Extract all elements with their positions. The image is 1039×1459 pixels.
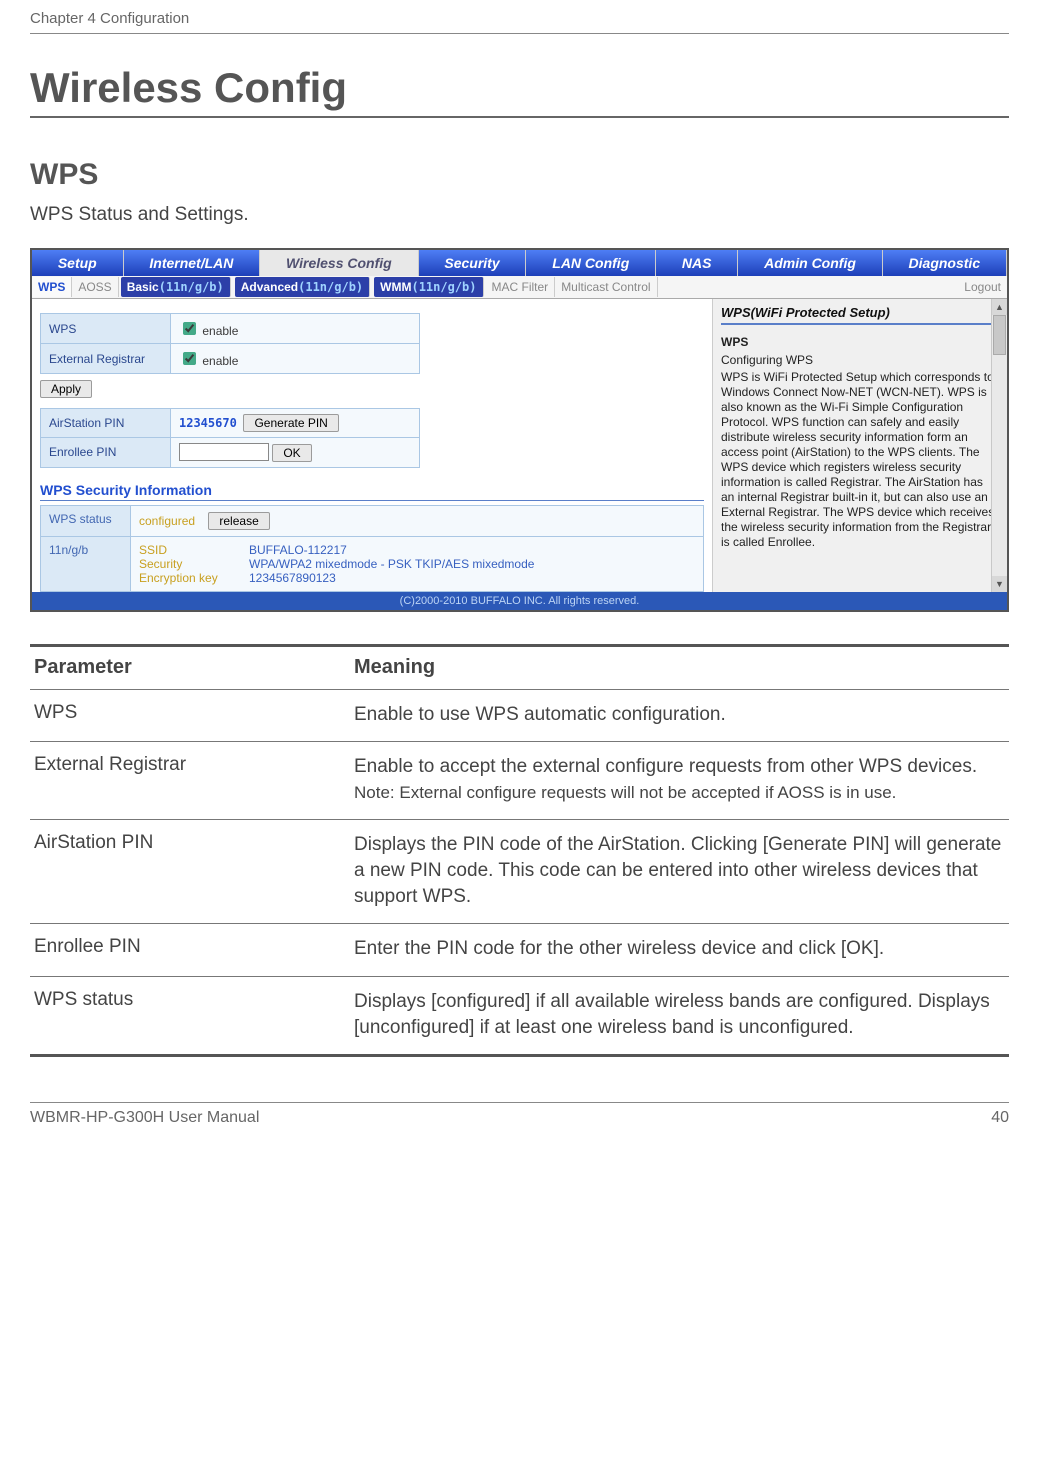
tab-wireless-config[interactable]: Wireless Config	[260, 250, 418, 276]
extreg-checkbox[interactable]	[183, 352, 196, 365]
subtab-multicast[interactable]: Multicast Control	[555, 277, 657, 297]
subtab-basic-label: Basic	[127, 280, 159, 294]
help-line: Configuring WPS	[721, 353, 999, 368]
help-body: WPS is WiFi Protected Setup which corres…	[721, 370, 999, 550]
tab-internet-lan[interactable]: Internet/LAN	[124, 250, 261, 276]
apply-button[interactable]: Apply	[40, 380, 92, 398]
enrollee-pin-label: Enrollee PIN	[41, 438, 171, 468]
table-row: WPS Enable to use WPS automatic configur…	[30, 690, 1009, 742]
rule	[30, 1054, 1009, 1057]
subtab-mac-filter[interactable]: MAC Filter	[486, 277, 556, 297]
page-title: Wireless Config	[30, 64, 1009, 112]
scroll-down-icon[interactable]: ▼	[992, 576, 1007, 592]
tab-security[interactable]: Security	[419, 250, 527, 276]
wps-security-heading: WPS Security Information	[40, 482, 704, 498]
col-parameter: Parameter	[30, 650, 350, 689]
footer-page-number: 40	[991, 1109, 1009, 1127]
enable-text: enable	[202, 354, 238, 368]
param-name: Enrollee PIN	[30, 936, 350, 962]
param-meaning: Enable to accept the external configure …	[354, 756, 977, 777]
subtab-wps[interactable]: WPS	[32, 277, 72, 297]
tab-admin-config[interactable]: Admin Config	[738, 250, 882, 276]
main-tabs: Setup Internet/LAN Wireless Config Secur…	[32, 250, 1007, 276]
subtab-advanced-label: Advanced	[241, 280, 298, 294]
footer-model: WBMR-HP-G300H User Manual	[30, 1109, 259, 1127]
help-title: WPS(WiFi Protected Setup)	[721, 305, 999, 320]
param-name: WPS	[30, 702, 350, 728]
band-label: (11n/g/b)	[298, 280, 363, 294]
param-note: Note: External configure requests will n…	[354, 783, 896, 802]
extreg-label: External Registrar	[41, 344, 171, 374]
param-meaning: Displays the PIN code of the AirStation.…	[350, 832, 1009, 909]
subtab-basic[interactable]: Basic(11n/g/b)	[121, 277, 231, 297]
param-meaning: Enter the PIN code for the other wireles…	[350, 936, 1009, 962]
security-value: WPA/WPA2 mixedmode - PSK TKIP/AES mixedm…	[249, 557, 534, 571]
band-label: (11n/g/b)	[159, 280, 224, 294]
table-row: WPS status Displays [configured] if all …	[30, 977, 1009, 1054]
airstation-pin-label: AirStation PIN	[41, 409, 171, 438]
subtab-logout[interactable]: Logout	[958, 277, 1007, 297]
subtab-aoss[interactable]: AOSS	[72, 277, 118, 297]
help-subheading: WPS	[721, 335, 999, 349]
param-name: AirStation PIN	[30, 832, 350, 909]
chapter-header: Chapter 4 Configuration	[30, 10, 1009, 31]
wps-status-label: WPS status	[41, 505, 131, 536]
param-meaning: Enable to use WPS automatic configuratio…	[350, 702, 1009, 728]
scroll-up-icon[interactable]: ▲	[992, 299, 1007, 315]
enrollee-pin-input[interactable]	[179, 443, 269, 461]
encryption-key-label: Encryption key	[139, 571, 249, 585]
generate-pin-button[interactable]: Generate PIN	[243, 414, 338, 432]
tab-diagnostic[interactable]: Diagnostic	[883, 250, 1007, 276]
section-heading: WPS	[30, 158, 1009, 192]
tab-nas[interactable]: NAS	[656, 250, 738, 276]
encryption-key-value: 1234567890123	[249, 571, 336, 585]
param-name: WPS status	[30, 989, 350, 1040]
wps-checkbox[interactable]	[183, 322, 196, 335]
airstation-pin-value: 12345670	[179, 416, 237, 430]
security-label: Security	[139, 557, 249, 571]
table-row: AirStation PIN Displays the PIN code of …	[30, 820, 1009, 923]
band-label: 11n/g/b	[41, 536, 131, 591]
tab-lan-config[interactable]: LAN Config	[526, 250, 656, 276]
band-label: (11n/g/b)	[411, 280, 476, 294]
subtab-wmm[interactable]: WMM(11n/g/b)	[374, 277, 483, 297]
table-row: External Registrar Enable to accept the …	[30, 742, 1009, 819]
rule	[40, 500, 704, 501]
subtab-wmm-label: WMM	[380, 280, 411, 294]
rule	[30, 33, 1009, 34]
table-row: Enrollee PIN Enter the PIN code for the …	[30, 924, 1009, 976]
section-desc: WPS Status and Settings.	[30, 204, 1009, 226]
ok-button[interactable]: OK	[272, 444, 311, 462]
scrollbar[interactable]: ▲ ▼	[991, 299, 1007, 592]
parameter-table: Parameter Meaning WPS Enable to use WPS …	[30, 644, 1009, 1058]
wps-status-value: configured	[139, 514, 195, 528]
sub-tabs: WPS AOSS Basic(11n/g/b) Advanced(11n/g/b…	[32, 276, 1007, 299]
copyright: (C)2000-2010 BUFFALO INC. All rights res…	[32, 592, 1007, 610]
subtab-advanced[interactable]: Advanced(11n/g/b)	[235, 277, 370, 297]
release-button[interactable]: release	[208, 512, 269, 530]
config-pane: WPS enable External Registrar enable App…	[32, 299, 712, 592]
param-name: External Registrar	[30, 754, 350, 805]
tab-setup[interactable]: Setup	[32, 250, 124, 276]
rule	[30, 116, 1009, 118]
help-pane: WPS(WiFi Protected Setup) WPS Configurin…	[712, 299, 1007, 592]
rule	[30, 1102, 1009, 1103]
wps-label: WPS	[41, 314, 171, 344]
ssid-value: BUFFALO-112217	[249, 543, 347, 557]
ssid-label: SSID	[139, 543, 249, 557]
screenshot: Setup Internet/LAN Wireless Config Secur…	[30, 248, 1009, 612]
enable-text: enable	[202, 324, 238, 338]
param-meaning: Displays [configured] if all available w…	[350, 989, 1009, 1040]
scroll-thumb[interactable]	[993, 315, 1006, 355]
rule	[30, 644, 1009, 647]
col-meaning: Meaning	[350, 650, 1009, 689]
